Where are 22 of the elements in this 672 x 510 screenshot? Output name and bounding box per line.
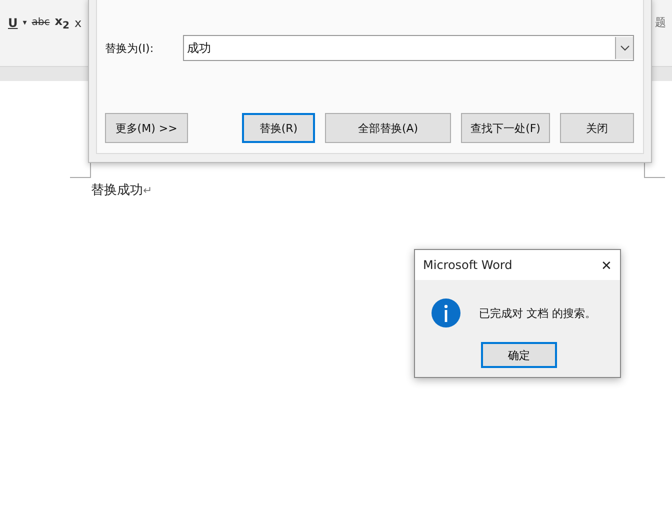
dialog-button[interactable]: 查找下一处(F) <box>460 113 550 143</box>
chevron-icon[interactable] <box>620 45 630 51</box>
message-text: 已完成对 文档 的搜索。 <box>479 306 596 320</box>
format-button[interactable]: x$_{2}$ <box>54 14 70 32</box>
dialog-button[interactable]: 更多(M) >> <box>105 113 188 143</box>
format-button[interactable]: x <box>74 16 82 30</box>
document-text: 替换成功 <box>91 182 143 199</box>
format-button[interactable]: abc <box>32 17 50 28</box>
dialog-button[interactable]: 关闭 <box>560 113 634 143</box>
margin-corner-mark <box>70 163 91 178</box>
format-button[interactable]: ▾ <box>22 18 27 28</box>
ok-button[interactable]: 确定 <box>481 342 557 368</box>
dialog-button[interactable]: 全部替换(A) <box>325 113 451 143</box>
style-label: 题 <box>655 14 666 30</box>
close-button[interactable]: ✕ <box>601 258 612 272</box>
window-title: Microsoft Word <box>423 258 512 272</box>
dialog-button[interactable]: 替换(R) <box>242 113 316 143</box>
format-button[interactable]: U <box>8 16 18 30</box>
replace-field[interactable]: 成功 <box>183 35 634 61</box>
info-icon <box>431 298 461 328</box>
paragraph-mark: ↵ <box>143 184 152 196</box>
replace-label: 替换为(I): <box>105 40 155 56</box>
